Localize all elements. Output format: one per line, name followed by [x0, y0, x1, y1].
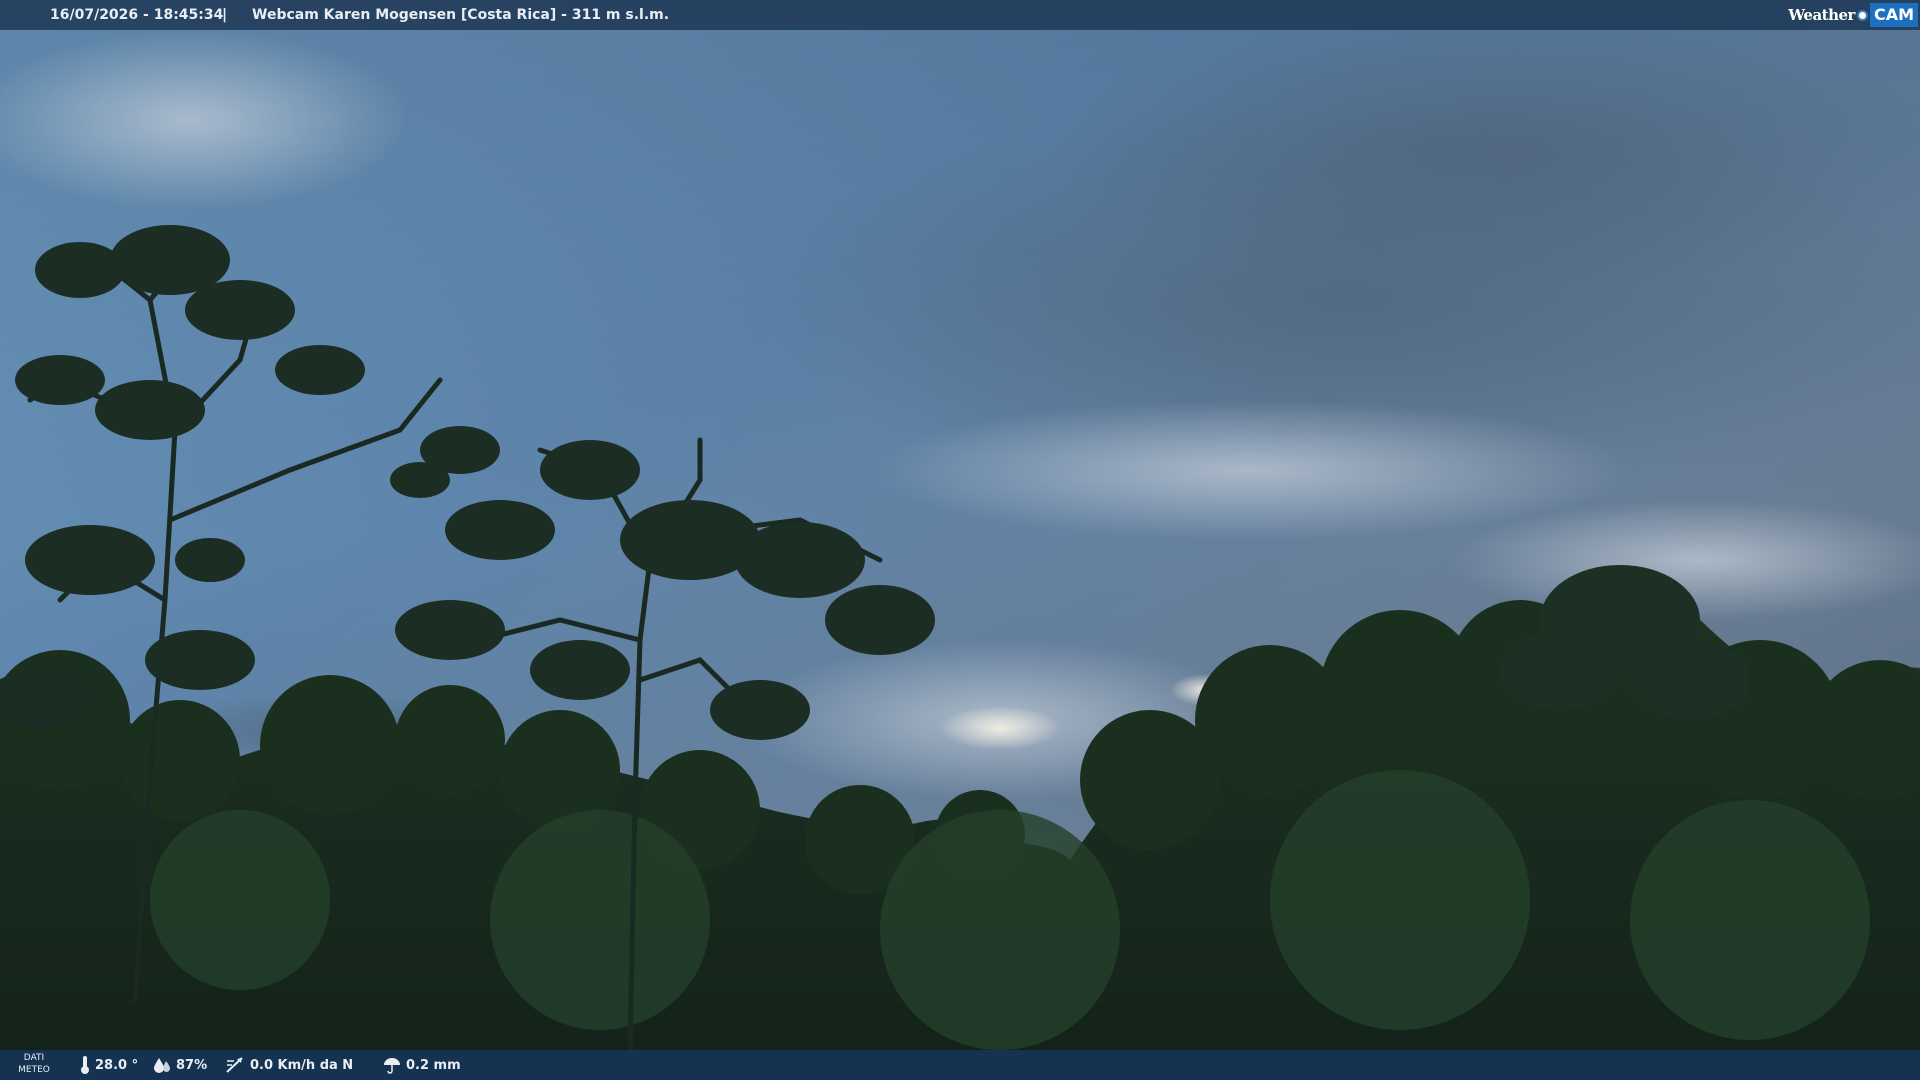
webcam-title: Webcam Karen Mogensen [Costa Rica] - 311…: [252, 7, 670, 23]
rain-value: 0.2 mm: [406, 1057, 461, 1073]
temperature-value: 28.0 °: [95, 1057, 139, 1073]
rain-umbrella-icon: [383, 1056, 401, 1074]
weather-label-line2: METEO: [18, 1065, 50, 1075]
weather-data-bar: DATI METEO 28.0 ° 87% 0.0 Km/h da N 0.2 …: [0, 1050, 1920, 1080]
thermometer-icon: [80, 1055, 90, 1075]
webcam-image: [0, 0, 1920, 1080]
weather-label-line1: DATI: [23, 1053, 45, 1063]
wind-reading: 0.0 Km/h da N: [225, 1050, 353, 1080]
wind-direction-icon: [225, 1056, 245, 1074]
timestamp: 16/07/2026 - 18:45:34: [50, 7, 224, 23]
header-separator: |: [222, 7, 228, 23]
rain-reading: 0.2 mm: [383, 1050, 461, 1080]
weather-data-label: DATI METEO: [12, 1052, 56, 1076]
humidity-reading: 87%: [153, 1050, 207, 1080]
logo-dot-icon: [1856, 9, 1868, 21]
weathercam-logo[interactable]: Weather CAM: [1788, 0, 1918, 30]
wind-value: 0.0 Km/h da N: [250, 1057, 354, 1073]
humidity-drop-icon: [153, 1056, 171, 1074]
webcam-header-bar: 16/07/2026 - 18:45:34 | Webcam Karen Mog…: [0, 0, 1920, 30]
brand-weather-text: Weather: [1788, 6, 1855, 24]
brand-cam-text: CAM: [1869, 3, 1918, 27]
temperature-reading: 28.0 °: [80, 1050, 138, 1080]
humidity-value: 87%: [176, 1057, 208, 1073]
